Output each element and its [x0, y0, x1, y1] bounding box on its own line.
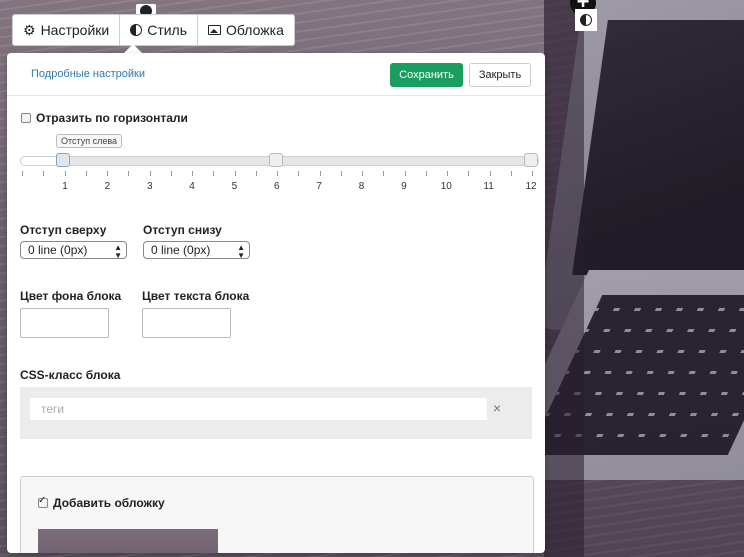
block-edge-overlay — [544, 0, 584, 557]
slider-tick — [340, 171, 342, 176]
css-class-input[interactable]: теги — [30, 398, 487, 420]
slider-tick-label: 12 — [525, 181, 537, 192]
active-tab-pointer — [124, 44, 142, 53]
tab-style-label: Стиль — [147, 22, 188, 38]
close-button[interactable]: Закрыть — [469, 63, 531, 87]
save-button[interactable]: Сохранить — [390, 63, 463, 87]
slider-tick-label: 5 — [231, 181, 238, 192]
css-class-tags-box: теги × — [20, 387, 532, 439]
slider-tick — [64, 171, 66, 176]
panel-header: Подробные настройки Сохранить Закрыть — [7, 53, 545, 96]
padding-top-label: Отступ сверху — [20, 223, 107, 237]
flip-horizontal-row[interactable]: Отразить по горизонтали — [21, 111, 188, 125]
slider-tick — [510, 171, 512, 176]
flip-horizontal-checkbox[interactable] — [21, 113, 31, 123]
text-color-input[interactable] — [142, 308, 231, 338]
gear-icon: ⚙ — [23, 21, 36, 38]
slider-tick — [532, 171, 533, 176]
tab-cover[interactable]: Обложка — [198, 15, 294, 45]
padding-bottom-select[interactable]: 0 line (0px) ▲ ▼ — [143, 241, 250, 260]
slider-tick-label: 3 — [146, 181, 153, 192]
style-toggle-button[interactable] — [575, 9, 597, 31]
select-arrows-icon: ▲ ▼ — [114, 243, 122, 260]
cover-thumbnail[interactable] — [38, 529, 218, 553]
flip-horizontal-label: Отразить по горизонтали — [36, 111, 188, 125]
add-cover-label: Добавить обложку — [53, 496, 165, 510]
slider-tick — [234, 171, 236, 176]
slider-tick — [170, 171, 172, 176]
slider-tick-label: 8 — [358, 181, 365, 192]
slider-tick-label: 11 — [483, 181, 494, 192]
cover-section: Добавить обложку — [20, 476, 534, 553]
slider-tick-label: 6 — [274, 181, 280, 192]
slider-tick — [447, 171, 448, 176]
advanced-settings-link[interactable]: Подробные настройки — [31, 68, 145, 80]
slider-handle-right[interactable] — [524, 153, 538, 167]
slider-tick — [362, 171, 363, 176]
slider-tick — [43, 171, 45, 176]
add-cover-row[interactable]: Добавить обложку — [38, 495, 165, 510]
slider-tick — [298, 171, 300, 176]
tab-settings[interactable]: ⚙ Настройки — [13, 15, 121, 45]
slider-tick-label: 7 — [316, 181, 322, 192]
slider-tick — [85, 171, 87, 176]
style-panel: Подробные настройки Сохранить Закрыть От… — [7, 53, 545, 553]
slider-tick — [383, 171, 385, 176]
slider-tick-label: 1 — [62, 181, 68, 192]
select-arrows-icon: ▲ ▼ — [237, 243, 245, 260]
padding-top-value: 0 line (0px) — [28, 243, 88, 257]
bg-color-label: Цвет фона блока — [20, 289, 122, 303]
padding-bottom-label: Отступ снизу — [143, 223, 222, 237]
slider-tick — [22, 171, 23, 176]
tab-settings-label: Настройки — [40, 22, 110, 38]
slider-tooltip: Отступ слева — [56, 134, 123, 148]
slider-tick — [149, 171, 151, 176]
slider-tick — [468, 171, 470, 176]
slider-tick — [213, 171, 215, 176]
tab-cover-label: Обложка — [226, 22, 284, 38]
close-icon[interactable]: × — [493, 400, 501, 416]
css-class-label: CSS-класс блока — [20, 368, 121, 382]
slider-tick — [107, 171, 108, 176]
bg-color-input[interactable] — [20, 308, 109, 338]
slider-tick — [277, 171, 278, 176]
text-color-label: Цвет текста блока — [142, 289, 250, 303]
tab-style[interactable]: Стиль — [120, 15, 199, 45]
slider-tick — [489, 171, 491, 176]
slider-tick-label: 10 — [440, 181, 452, 192]
slider-handle-middle[interactable] — [269, 153, 283, 167]
add-cover-checkbox[interactable] — [38, 495, 48, 508]
slider-tick-label: 2 — [104, 181, 111, 192]
padding-top-select[interactable]: 0 line (0px) ▲ ▼ — [20, 241, 127, 260]
slider-tick — [319, 171, 321, 176]
slider-handle-left-offset[interactable] — [56, 153, 70, 167]
contrast-icon — [130, 24, 143, 36]
slider-tick — [128, 171, 130, 176]
slider-tick-label: 9 — [401, 181, 407, 192]
image-icon — [208, 25, 222, 35]
slider-tick — [192, 171, 193, 176]
slider-tick — [404, 171, 406, 176]
slider-tick-label: 4 — [189, 181, 195, 192]
padding-bottom-value: 0 line (0px) — [151, 243, 211, 257]
slider-tick — [255, 171, 257, 176]
contrast-icon — [580, 14, 592, 26]
slider-tick — [425, 171, 427, 176]
editor-tabs: ⚙ Настройки Стиль Обложка — [12, 14, 295, 46]
